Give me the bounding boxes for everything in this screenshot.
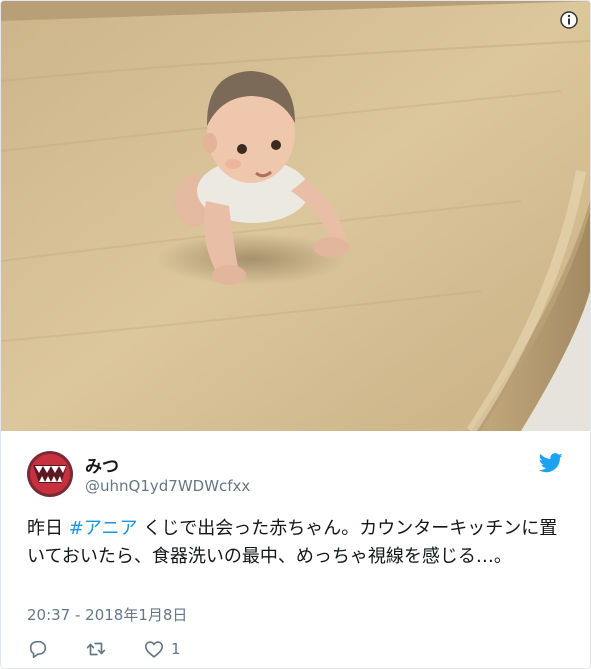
tweet-card: みつ @uhnQ1yd7WDWcfxx 昨日 #アニア くじで出会った赤ちゃん。… xyxy=(0,0,591,669)
display-name[interactable]: みつ xyxy=(85,452,119,477)
shark-avatar-icon xyxy=(27,451,73,497)
info-icon[interactable] xyxy=(560,11,578,29)
heart-icon xyxy=(144,641,164,658)
avatar[interactable] xyxy=(27,451,73,497)
reply-icon xyxy=(29,640,47,659)
retweet-button[interactable] xyxy=(85,638,107,660)
tweet-photo[interactable] xyxy=(1,1,590,431)
baby-figure-photo xyxy=(1,1,590,431)
tweet-text-before: 昨日 xyxy=(27,518,69,539)
reply-button[interactable] xyxy=(27,638,49,660)
timestamp[interactable]: 20:37 - 2018年1月8日 xyxy=(27,604,187,625)
screen-name[interactable]: @uhnQ1yd7WDWcfxx xyxy=(85,477,250,495)
tweet-text: 昨日 #アニア くじで出会った赤ちゃん。カウンターキッチンに置いておいたら、食器… xyxy=(27,515,567,571)
retweet-icon xyxy=(86,642,106,656)
like-count: 1 xyxy=(171,640,181,658)
like-button[interactable]: 1 xyxy=(143,638,181,660)
hashtag-link[interactable]: #アニア xyxy=(69,518,138,539)
tweet-actions: 1 xyxy=(27,638,217,660)
twitter-bird-icon[interactable] xyxy=(539,453,563,473)
